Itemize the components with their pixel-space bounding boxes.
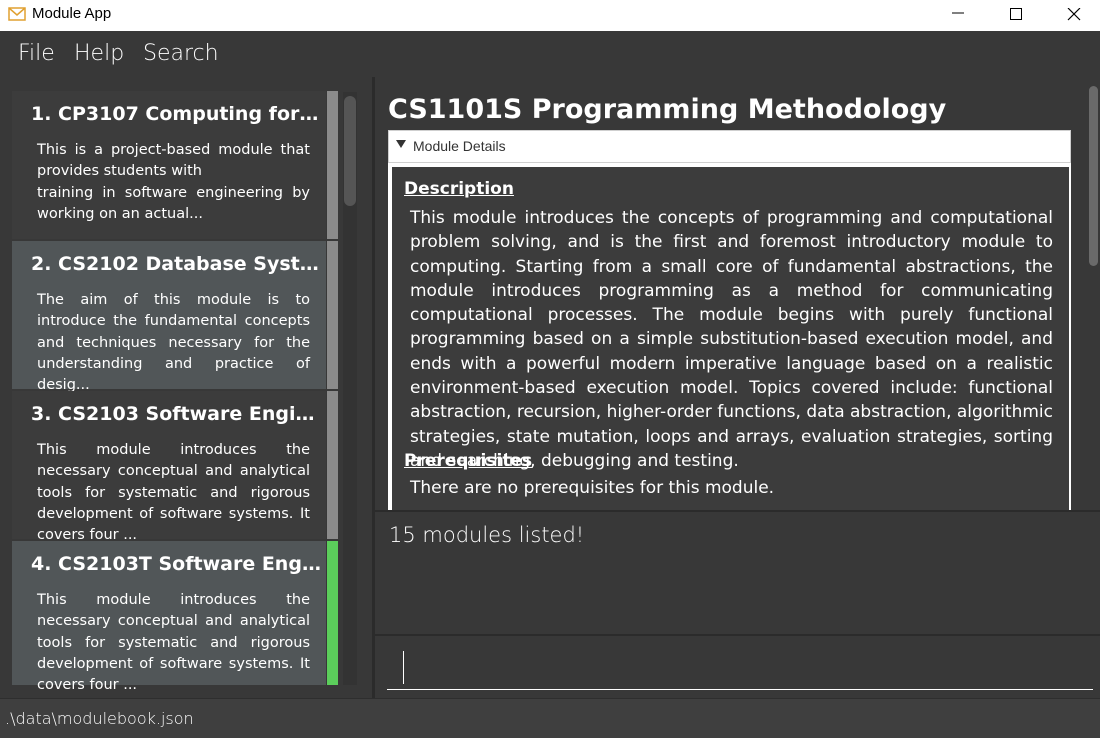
module-details-content: Description This module introduces the c… bbox=[392, 167, 1069, 510]
module-card-description: This module introduces the necessary con… bbox=[37, 592, 310, 694]
window-title: Module App bbox=[32, 5, 112, 22]
module-details-label: Module Details bbox=[413, 138, 506, 154]
module-details-body: Description This module introduces the c… bbox=[388, 163, 1071, 510]
description-heading: Description bbox=[404, 179, 514, 199]
close-button[interactable] bbox=[1045, 0, 1100, 31]
menu-file[interactable]: File bbox=[18, 41, 55, 66]
chevron-down-icon bbox=[396, 140, 406, 148]
prerequisites-heading: Prerequisites bbox=[404, 451, 533, 471]
result-display: 15 modules listed! bbox=[375, 512, 1100, 634]
module-card-title: 4. CS2103T Software Enginee... bbox=[31, 553, 321, 575]
description-text: This module introduces the concepts of p… bbox=[410, 208, 1053, 471]
data-file-path: .\data\modulebook.json bbox=[5, 709, 194, 728]
module-card-title: 2. CS2102 Database Systems bbox=[31, 253, 321, 275]
result-message: 15 modules listed! bbox=[389, 523, 585, 547]
text-caret bbox=[403, 651, 404, 684]
module-card-description: The aim of this module is to introduce t… bbox=[37, 292, 310, 394]
maximize-icon bbox=[1010, 8, 1022, 20]
module-card-stripe bbox=[327, 391, 338, 539]
detail-scrollbar-thumb[interactable] bbox=[1089, 86, 1098, 266]
module-card[interactable]: 2. CS2102 Database Systems The aim of th… bbox=[12, 241, 326, 393]
minimize-button[interactable] bbox=[929, 0, 987, 31]
command-box bbox=[375, 636, 1100, 698]
module-card-description: This is a project-based module that prov… bbox=[37, 142, 310, 222]
menu-help[interactable]: Help bbox=[74, 41, 124, 66]
close-icon bbox=[1067, 8, 1081, 21]
module-card-title: 1. CP3107 Computing for Vol... bbox=[31, 103, 321, 125]
module-card-title: 3. CS2103 Software Engineeri... bbox=[31, 403, 321, 425]
status-bar: .\data\modulebook.json bbox=[0, 698, 1100, 738]
module-card[interactable]: 3. CS2103 Software Engineeri... This mod… bbox=[12, 391, 326, 543]
module-card-stripe bbox=[327, 241, 338, 389]
module-card-stripe bbox=[327, 91, 338, 239]
module-card-description: This module introduces the necessary con… bbox=[37, 442, 310, 544]
minimize-icon bbox=[952, 12, 964, 14]
module-card[interactable]: 1. CP3107 Computing for Vol... This is a… bbox=[12, 91, 326, 239]
module-detail-title: CS1101S Programming Methodology bbox=[388, 94, 947, 125]
maximize-button[interactable] bbox=[987, 0, 1045, 31]
prerequisites-text: There are no prerequisites for this modu… bbox=[410, 478, 775, 498]
module-card-stripe bbox=[327, 541, 338, 685]
module-detail-panel: CS1101S Programming Methodology Module D… bbox=[375, 78, 1100, 510]
menu-search[interactable]: Search bbox=[143, 41, 219, 66]
command-input[interactable] bbox=[387, 644, 1093, 690]
menu-bar: File Help Search bbox=[0, 32, 1100, 77]
module-card[interactable]: 4. CS2103T Software Enginee... This modu… bbox=[12, 541, 326, 693]
title-bar: Module App bbox=[0, 0, 1100, 31]
module-details-toggle[interactable]: Module Details bbox=[388, 130, 1071, 163]
module-list-scrollbar-thumb[interactable] bbox=[344, 96, 356, 206]
envelope-icon bbox=[8, 7, 26, 21]
